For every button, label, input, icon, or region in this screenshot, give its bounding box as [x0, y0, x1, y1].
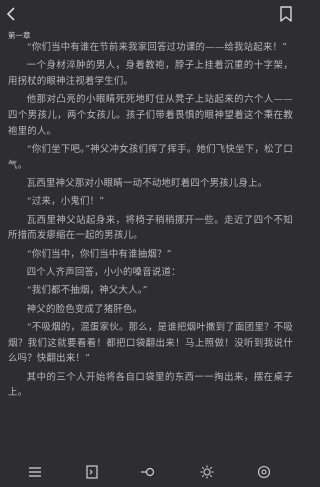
progress-icon: [86, 465, 98, 479]
paragraph: 一个身材淬肿的男人，身着教袍，脖子上挂着沉重的十字架，用拐杖的眼神注视着学生们。: [8, 60, 293, 87]
paragraph: 四个人齐声回答，小小的嗓音说道：: [26, 267, 181, 279]
paragraph: 他那对凸亮的小眼睛死死地盯住从凳子上站起来的六个人——四个男孩儿，两个女孩儿。孩…: [8, 94, 293, 137]
paragraph: “不吸烟的，混蛋家伙。那么，是谁把烟叶撒到了面团里？不吸烟？我们这就要看看！都把…: [8, 322, 293, 365]
font-settings-button[interactable]: [140, 463, 158, 481]
paragraph: “我们都不抽烟，神父大人。”: [26, 285, 148, 297]
paragraph: “过来，小鬼们！”: [26, 196, 105, 208]
paragraph: “你们坐下吧。”神父冲女孩们挥了挥手。她们飞快坐下，松了口气。: [8, 143, 293, 171]
night-mode-button[interactable]: [255, 463, 273, 481]
menu-button[interactable]: [26, 463, 44, 481]
bottom-toolbar: [0, 457, 299, 487]
paragraph: “你们当中有谁在节前来我家回答过功课的——给我站起来！”: [26, 42, 288, 53]
brightness-button[interactable]: [198, 463, 216, 481]
paragraph: 神父的脸色变成了猪肝色。: [26, 303, 143, 315]
paragraph: 瓦西里神父站起身来，将椅子稍稍挪开一些。走近了四个不知所措而发瘳缩在一起的男孩儿…: [8, 214, 293, 242]
paragraph: 其中的三个人开始将各自口袋里的东西一一掏出来，摆在桌子上。: [8, 371, 293, 399]
night-mode-icon: [258, 465, 271, 479]
menu-list-icon: [28, 467, 41, 477]
bookmark-icon: [280, 6, 292, 22]
font-settings-icon: [141, 467, 155, 477]
bookmark-button[interactable]: [279, 6, 293, 22]
paragraph: “你们当中，你们当中有谁抽烟？”: [26, 248, 172, 260]
progress-button[interactable]: [83, 463, 101, 481]
reading-content: “你们当中有谁在节前来我家回答过功课的——给我站起来！” 一个身材淬肿的男人，身…: [8, 40, 293, 458]
back-button[interactable]: [4, 6, 20, 22]
top-toolbar: [0, 0, 299, 28]
back-arrow-icon: [6, 7, 15, 21]
paragraph: 瓦西里神父那对小眼睛一动不动地盯着四个男孩儿身上。: [26, 177, 268, 189]
brightness-icon: [200, 465, 214, 479]
